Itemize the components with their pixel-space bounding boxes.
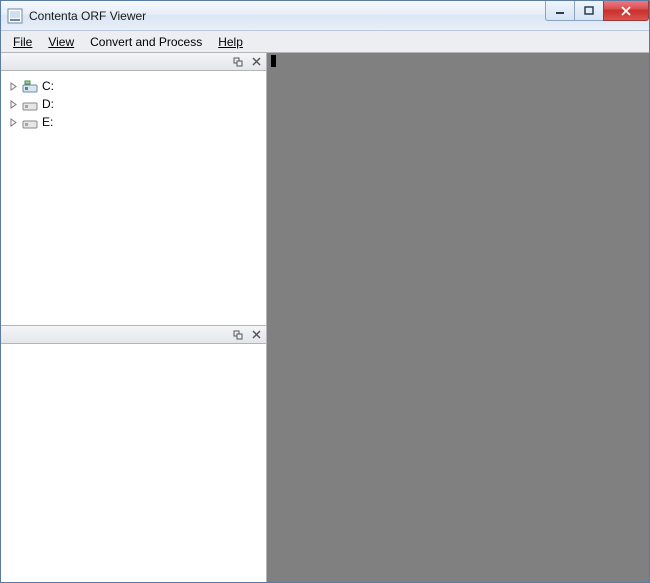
folder-tree[interactable]: C: D: (1, 71, 266, 325)
preview-pane (1, 325, 266, 582)
menu-view[interactable]: View (40, 33, 82, 51)
minimize-button[interactable] (545, 1, 575, 21)
left-sidebar: C: D: (1, 53, 267, 582)
expander-icon[interactable] (9, 118, 18, 127)
titlebar[interactable]: Contenta ORF Viewer (1, 1, 649, 31)
tree-node-d[interactable]: D: (5, 95, 262, 113)
close-pane-button[interactable] (250, 329, 262, 341)
undock-button[interactable] (232, 56, 244, 68)
menu-help[interactable]: Help (210, 33, 251, 51)
expander-icon[interactable] (9, 82, 18, 91)
tree-node-c[interactable]: C: (5, 77, 262, 95)
tree-label: E: (42, 115, 53, 129)
caret-icon (271, 55, 276, 67)
undock-button[interactable] (232, 329, 244, 341)
close-icon (252, 57, 261, 66)
tree-label: C: (42, 79, 54, 93)
close-button[interactable] (603, 1, 649, 21)
body: C: D: (1, 53, 649, 582)
window-controls (546, 1, 649, 30)
window-title: Contenta ORF Viewer (29, 9, 546, 23)
app-window: Contenta ORF Viewer File View Convert an… (0, 0, 650, 583)
close-icon (252, 330, 261, 339)
minimize-icon (555, 6, 565, 16)
undock-icon (233, 330, 243, 340)
maximize-button[interactable] (574, 1, 604, 21)
tree-label: D: (42, 97, 54, 111)
expander-icon[interactable] (9, 100, 18, 109)
preview-content (1, 344, 266, 582)
close-pane-button[interactable] (250, 56, 262, 68)
folder-tree-pane: C: D: (1, 53, 266, 325)
image-viewer[interactable] (267, 53, 649, 582)
system-drive-icon (22, 78, 38, 94)
menu-convert-and-process[interactable]: Convert and Process (82, 33, 210, 51)
menu-file[interactable]: File (5, 33, 40, 51)
drive-icon (22, 96, 38, 112)
maximize-icon (584, 6, 594, 16)
menubar: File View Convert and Process Help (1, 31, 649, 53)
preview-pane-header (1, 326, 266, 344)
tree-node-e[interactable]: E: (5, 113, 262, 131)
close-icon (620, 6, 632, 16)
undock-icon (233, 57, 243, 67)
folder-tree-header (1, 53, 266, 71)
app-icon (7, 8, 23, 24)
drive-icon (22, 114, 38, 130)
